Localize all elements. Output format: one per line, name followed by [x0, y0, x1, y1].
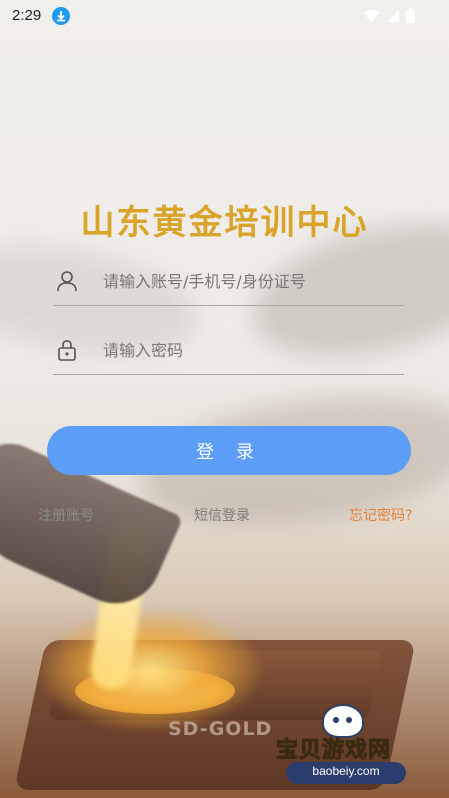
mascot-eye [346, 717, 352, 723]
background-artwork: SD-GOLD [0, 0, 449, 798]
user-icon [55, 269, 79, 293]
lock-icon [55, 338, 79, 362]
register-link[interactable]: 注册账号 [38, 505, 94, 525]
system-icons [363, 8, 415, 23]
battery-icon [406, 8, 415, 23]
engraved-text: SD-GOLD [168, 718, 273, 740]
mascot-eye [333, 717, 339, 723]
sms-login-link[interactable]: 短信登录 [194, 505, 250, 525]
gold-ingot [75, 668, 235, 714]
signal-icon [387, 9, 399, 22]
download-icon [52, 7, 70, 25]
molten-glow [40, 610, 260, 730]
status-bar: 2:29 [0, 0, 449, 32]
password-input[interactable] [103, 336, 398, 364]
status-time: 2:29 [12, 7, 42, 24]
login-button[interactable]: 登 录 [47, 426, 411, 475]
forgot-password-link[interactable]: 忘记密码? [349, 505, 412, 525]
molten-gold-stream [88, 518, 152, 692]
login-screen: SD-GOLD 2:29 山东黄金培训中心 登 录 注册账号 短信登录 忘记密码… [0, 0, 449, 798]
account-field [53, 259, 404, 306]
watermark-url: baobeiy.com [312, 764, 380, 778]
password-field [53, 328, 404, 375]
wifi-icon [363, 9, 380, 22]
watermark-name: 宝贝游戏网 [275, 738, 392, 764]
watermark-logo: 宝贝游戏网 baobeiy.com [272, 700, 422, 790]
app-title: 山东黄金培训中心 [80, 202, 369, 243]
account-input[interactable] [103, 267, 398, 295]
